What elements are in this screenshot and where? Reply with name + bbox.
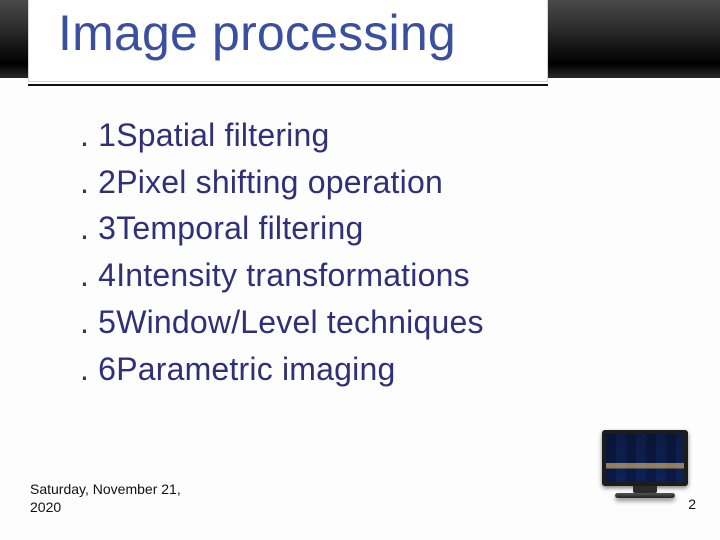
item-number: . 6 — [80, 346, 116, 393]
monitor-base — [615, 493, 675, 498]
slide: Image processing . 1Spatial filtering . … — [0, 0, 720, 540]
item-text: Pixel shifting operation — [116, 164, 443, 200]
title-underline — [28, 84, 548, 86]
footer-page-number: 2 — [688, 496, 696, 512]
monitor-screen — [606, 434, 684, 482]
monitor-bezel — [602, 430, 688, 486]
item-text: Spatial filtering — [116, 117, 329, 153]
outline-list: . 1Spatial filtering . 2Pixel shifting o… — [80, 112, 640, 392]
list-item: . 5Window/Level techniques — [80, 299, 640, 346]
item-number: . 5 — [80, 299, 116, 346]
item-number: . 3 — [80, 205, 116, 252]
item-number: . 4 — [80, 252, 116, 299]
footer-date: Saturday, November 21, 2020 — [30, 481, 190, 516]
item-text: Window/Level techniques — [116, 304, 483, 340]
item-number: . 1 — [80, 112, 116, 159]
item-number: . 2 — [80, 159, 116, 206]
monitor-stand — [633, 486, 657, 493]
item-text: Intensity transformations — [116, 257, 470, 293]
list-item: . 3Temporal filtering — [80, 205, 640, 252]
monitor-icon — [602, 430, 688, 496]
list-item: . 4Intensity transformations — [80, 252, 640, 299]
list-item: . 1Spatial filtering — [80, 112, 640, 159]
list-item: . 2Pixel shifting operation — [80, 159, 640, 206]
page-title: Image processing — [58, 4, 456, 62]
item-text: Parametric imaging — [116, 351, 395, 387]
item-text: Temporal filtering — [116, 210, 363, 246]
list-item: . 6Parametric imaging — [80, 346, 640, 393]
